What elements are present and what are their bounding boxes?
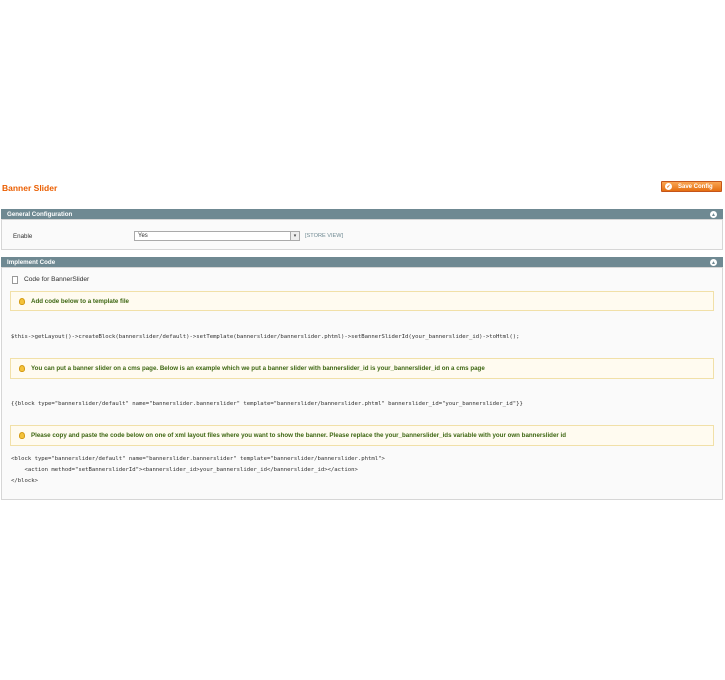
- lightbulb-icon: [19, 432, 25, 439]
- note-template-file: Add code below to a template file: [10, 291, 714, 311]
- general-configuration-header[interactable]: General Configuration ▲: [1, 209, 723, 220]
- note-text: Please copy and paste the code below on …: [31, 432, 567, 439]
- note-text: Add code below to a template file: [31, 297, 129, 305]
- note-text: You can put a banner slider on a cms pag…: [31, 365, 485, 372]
- general-configuration-body: [1, 220, 723, 250]
- code-snippet-xml-line1: <block type="bannerslider/default" name=…: [11, 456, 385, 462]
- code-snippet-cms: {{block type="bannerslider/default" name…: [11, 401, 523, 407]
- document-icon: [12, 276, 18, 284]
- implement-code-title: Implement Code: [7, 258, 56, 266]
- lightbulb-icon: [19, 297, 25, 305]
- save-config-button[interactable]: ✓ Save Config: [661, 181, 722, 192]
- code-snippet-template: $this->getLayout()->createBlock(bannersl…: [11, 334, 520, 340]
- enable-select-value: Yes: [138, 233, 148, 239]
- code-snippet-xml-line2: <action method="setBannersliderId"><bann…: [11, 467, 358, 473]
- lightbulb-icon: [19, 365, 25, 372]
- code-section-title: Code for BannerSlider: [24, 276, 90, 283]
- checkmark-icon: ✓: [665, 183, 672, 190]
- implement-code-header[interactable]: Implement Code ▲: [1, 257, 723, 268]
- note-xml-layout: Please copy and paste the code below on …: [10, 425, 714, 446]
- enable-select[interactable]: Yes ▾: [134, 231, 300, 241]
- collapse-icon[interactable]: ▲: [710, 259, 717, 266]
- enable-label: Enable: [13, 233, 33, 240]
- scope-label: [STORE VIEW]: [305, 233, 344, 239]
- save-config-label: Save Config: [678, 183, 713, 190]
- code-snippet-xml-line3: </block>: [11, 478, 38, 484]
- page-title: Banner Slider: [2, 183, 58, 193]
- chevron-down-icon[interactable]: ▾: [290, 232, 299, 240]
- note-cms-page: You can put a banner slider on a cms pag…: [10, 358, 714, 379]
- collapse-icon[interactable]: ▲: [710, 211, 717, 218]
- general-configuration-title: General Configuration: [7, 210, 73, 218]
